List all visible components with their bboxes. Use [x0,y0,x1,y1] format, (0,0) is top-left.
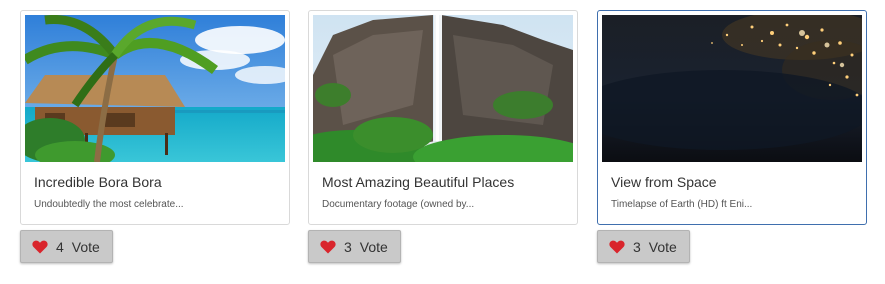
video-card-grid: Incredible Bora Bora Undoubtedly the mos… [0,0,885,284]
video-card-container: Incredible Bora Bora Undoubtedly the mos… [20,10,290,263]
video-thumbnail[interactable] [313,15,573,162]
video-card[interactable]: Most Amazing Beautiful Places Documentar… [308,10,578,225]
video-title[interactable]: View from Space [611,174,862,190]
waterfall-thumbnail-image [313,15,573,162]
earth-at-night-thumbnail-image [602,15,862,162]
heart-icon [32,240,48,253]
vote-button[interactable]: 3 Vote [597,230,690,263]
video-description: Documentary footage (owned by... [322,199,475,210]
video-card-container: Most Amazing Beautiful Places Documentar… [308,10,578,263]
vote-count: 3 [633,238,641,255]
video-title[interactable]: Incredible Bora Bora [34,174,285,190]
video-title[interactable]: Most Amazing Beautiful Places [322,174,573,190]
vote-button[interactable]: 4 Vote [20,230,113,263]
vote-count: 3 [344,238,352,255]
vote-label: Vote [71,238,100,255]
vote-label: Vote [648,238,677,255]
video-description: Undoubtedly the most celebrate... [34,199,184,210]
video-description: Timelapse of Earth (HD) ft Eni... [611,199,753,210]
bora-bora-thumbnail-image [25,15,285,162]
vote-count: 4 [56,238,64,255]
video-thumbnail[interactable] [25,15,285,162]
heart-icon [609,240,625,253]
heart-icon [320,240,336,253]
video-card-container: View from Space Timelapse of Earth (HD) … [597,10,867,263]
video-card[interactable]: Incredible Bora Bora Undoubtedly the mos… [20,10,290,225]
vote-button[interactable]: 3 Vote [308,230,401,263]
video-card-selected[interactable]: View from Space Timelapse of Earth (HD) … [597,10,867,225]
video-thumbnail[interactable] [602,15,862,162]
vote-label: Vote [359,238,388,255]
